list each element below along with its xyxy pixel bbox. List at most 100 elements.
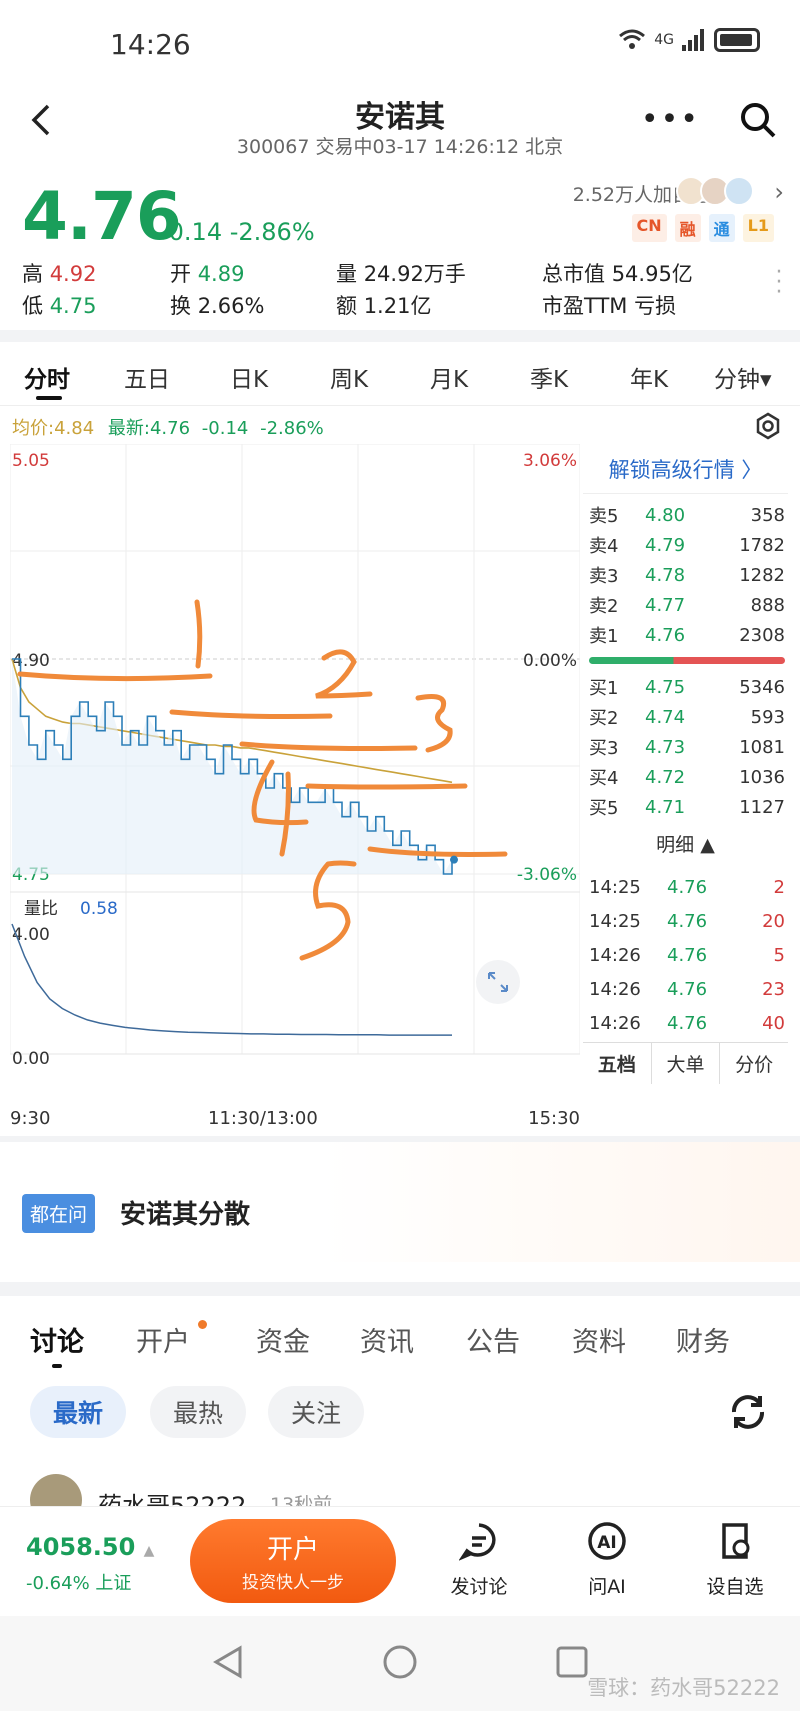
- refresh-icon[interactable]: [726, 1390, 770, 1434]
- annotation-digit-5: [299, 860, 357, 961]
- tab-news[interactable]: 资讯: [360, 1320, 414, 1359]
- search-icon[interactable]: [738, 100, 778, 140]
- volume-ratio-value: 0.58: [80, 899, 118, 919]
- tab-discussion[interactable]: 讨论: [30, 1320, 84, 1359]
- tab-daily[interactable]: 日K: [230, 360, 268, 394]
- annotation-digit-2: [315, 649, 373, 699]
- bid-row[interactable]: 买2 4.74 593: [589, 702, 785, 732]
- avg-price: 均价:4.84: [12, 418, 95, 439]
- bid-row[interactable]: 买4 4.72 1036: [589, 762, 785, 792]
- add-watchlist-label: 设自选: [706, 1576, 764, 1598]
- ask-row[interactable]: 卖4 4.79 1782: [589, 530, 785, 560]
- tab-big-orders[interactable]: 大单: [652, 1043, 721, 1084]
- annotation-line-4: [305, 783, 468, 790]
- avatar: [30, 1474, 82, 1506]
- wifi-icon: [619, 29, 646, 49]
- volume-ratio-line: [11, 923, 452, 1036]
- filter-following[interactable]: 关注: [268, 1386, 364, 1438]
- triangle-up-icon: ▲: [143, 1543, 155, 1559]
- open-account-button[interactable]: 开户 投资快人一步: [190, 1519, 396, 1603]
- stat-amount: 额 1.21亿: [336, 294, 432, 318]
- nav-back-icon[interactable]: [210, 1644, 246, 1680]
- trade-tick-row: 14:26 4.76 40: [589, 1012, 785, 1034]
- trade-tick-row: 14:26 4.76 5: [589, 944, 785, 966]
- latest-pct: -2.86%: [260, 418, 324, 439]
- system-nav-bar: 雪球：药水哥52222: [0, 1616, 800, 1711]
- tab-minute[interactable]: 分钟▾: [714, 360, 772, 394]
- stat-open: 开 4.89: [170, 262, 245, 286]
- ask-row[interactable]: 卖5 4.80 358: [589, 500, 785, 530]
- tab-price-distribution[interactable]: 分价: [720, 1043, 788, 1084]
- vertical-more-icon[interactable]: · · ·: [774, 262, 784, 304]
- filter-hot[interactable]: 最热: [150, 1386, 246, 1438]
- price-axis-mid: 4.90: [12, 651, 50, 671]
- volume-ratio-label: 量比: [24, 899, 58, 919]
- tag-l1: L1: [742, 214, 774, 242]
- intraday-chart[interactable]: 5.05 4.90 4.75 3.06% 0.00% -3.06% 量比 0.5…: [10, 444, 580, 1104]
- tab-quarterly[interactable]: 季K: [530, 360, 568, 394]
- chart-indicators: 均价:4.84 最新:4.76 -0.14 -2.86%: [12, 414, 324, 440]
- post-time: 13秒前: [270, 1494, 333, 1506]
- trade-detail-header[interactable]: 明细 ▲: [583, 830, 788, 860]
- post-discussion-label: 发讨论: [450, 1576, 508, 1598]
- bid-row[interactable]: 买1 4.75 5346: [589, 672, 785, 702]
- nav-recents-icon[interactable]: [554, 1644, 590, 1680]
- tab-profile[interactable]: 资料: [572, 1320, 626, 1359]
- tag-connect: 通: [708, 214, 735, 242]
- tab-funds[interactable]: 资金: [256, 1320, 310, 1359]
- watchlist-icon: [722, 1523, 750, 1559]
- post-preview[interactable]: 药水哥52222 13秒前: [0, 1470, 800, 1506]
- more-icon[interactable]: •••: [641, 102, 700, 137]
- tab-open-account[interactable]: 开户: [136, 1320, 190, 1359]
- open-account-label: 开户: [266, 1535, 319, 1565]
- ai-icon: AI: [588, 1522, 626, 1560]
- pct-axis-mid: 0.00%: [523, 651, 577, 671]
- volume-axis-top: 4.00: [12, 925, 50, 945]
- ask-card[interactable]: 都在问 安诺其分散: [0, 1142, 800, 1262]
- stat-pe: 市盈TTM 亏损: [542, 294, 677, 318]
- nav-home-icon[interactable]: [382, 1644, 418, 1680]
- latest-price: 最新:4.76: [107, 418, 191, 439]
- header: 安诺其 300067 交易中03-17 14:26:12 北京 •••: [0, 80, 800, 160]
- status-time: 14:26: [110, 28, 191, 61]
- index-value[interactable]: 4058.50 ▲: [26, 1533, 154, 1561]
- period-tabs: 分时 五日 日K 周K 月K 季K 年K 分钟▾: [0, 344, 800, 406]
- add-watchlist-button[interactable]: 设自选: [690, 1521, 780, 1599]
- follower-avatars[interactable]: [676, 176, 754, 206]
- trade-tick-row: 14:25 4.76 2: [589, 876, 785, 898]
- tab-financials[interactable]: 财务: [676, 1320, 730, 1359]
- ask-row[interactable]: 卖2 4.77 888: [589, 590, 785, 620]
- index-change: -0.64% 上证: [26, 1573, 132, 1594]
- post-discussion-button[interactable]: 发讨论: [434, 1521, 524, 1599]
- tag-margin: 融: [674, 214, 701, 242]
- annotation-line-5: [367, 846, 508, 857]
- tab-weekly[interactable]: 周K: [330, 360, 368, 394]
- tab-yearly[interactable]: 年K: [630, 360, 668, 394]
- tab-level5[interactable]: 五档: [583, 1043, 652, 1084]
- last-price-dot: [450, 855, 458, 864]
- unlock-advanced-quotes[interactable]: 解锁高级行情 〉: [583, 444, 788, 494]
- stat-low: 低 4.75: [22, 294, 97, 318]
- stat-volume: 量 24.92万手: [336, 262, 466, 286]
- trade-tick-row: 14:25 4.76 20: [589, 910, 785, 932]
- battery-icon: [714, 28, 760, 52]
- tab-underline: [52, 1364, 62, 1368]
- price-axis-top: 5.05: [12, 451, 50, 471]
- filter-latest[interactable]: 最新: [30, 1386, 126, 1438]
- ask-row[interactable]: 卖3 4.78 1282: [589, 560, 785, 590]
- tab-intraday[interactable]: 分时: [24, 360, 70, 394]
- divider: [0, 1282, 800, 1296]
- bid-row[interactable]: 买3 4.73 1081: [589, 732, 785, 762]
- chevron-right-icon[interactable]: ›: [774, 178, 784, 206]
- tab-5day[interactable]: 五日: [124, 360, 170, 394]
- ask-ai-button[interactable]: AI 问AI: [562, 1521, 652, 1599]
- settings-icon[interactable]: [754, 412, 782, 440]
- status-icons: 4G: [618, 28, 760, 52]
- time-axis: 9:30 11:30/13:00 15:30: [10, 1108, 580, 1136]
- stat-turnover: 换 2.66%: [170, 294, 265, 318]
- stat-mktcap: 总市值 54.95亿: [542, 262, 693, 286]
- tab-announcements[interactable]: 公告: [466, 1320, 520, 1359]
- ask-row[interactable]: 卖1 4.76 2308: [589, 620, 785, 650]
- tab-monthly[interactable]: 月K: [430, 360, 468, 394]
- bid-row[interactable]: 买5 4.71 1127: [589, 792, 785, 822]
